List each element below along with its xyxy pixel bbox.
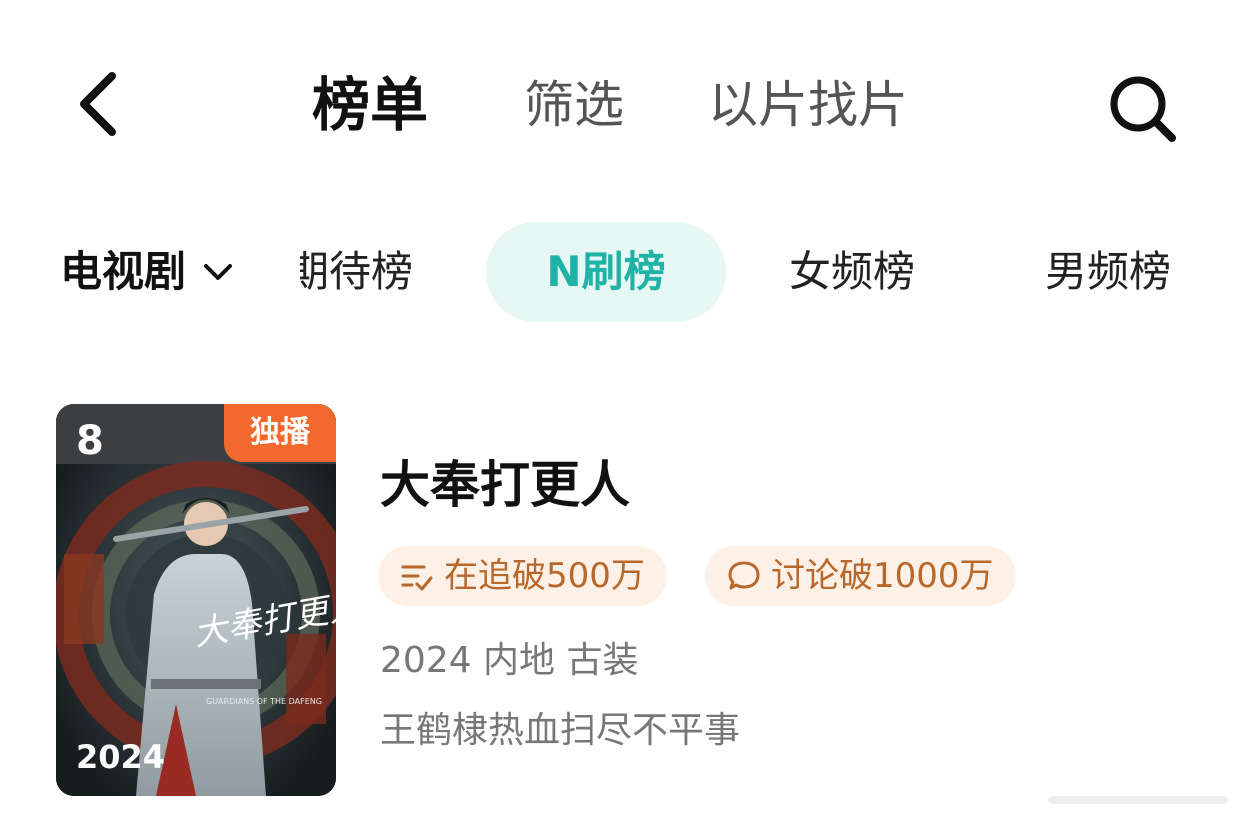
following-tag-label: 在追破500万: [444, 556, 645, 596]
ranking-page: 榜单 筛选 以片找片 电视剧 期待榜 N刷榜 女频榜 男频榜 大奉打更人 GUA…: [0, 0, 1240, 830]
tab-find-by-show[interactable]: 以片找片: [708, 70, 908, 140]
list-check-icon: [401, 565, 433, 591]
drama-title[interactable]: 大奉打更人: [380, 450, 630, 520]
page-title: 榜单: [312, 71, 429, 139]
discussion-tag-label: 讨论破1000万: [771, 556, 994, 596]
tab-n-rewatch[interactable]: N刷榜: [486, 222, 726, 322]
discussion-tag: 讨论破1000万: [705, 546, 1016, 606]
poster-year: 2024: [76, 738, 166, 776]
rank-tabs: 期待榜 N刷榜 女频榜 男频榜: [300, 222, 1240, 322]
drama-meta: 2024 内地 古装: [380, 640, 639, 681]
chevron-down-icon: [204, 264, 233, 280]
chevron-left-icon: [80, 72, 116, 136]
rank-number: 8: [76, 418, 104, 464]
watermark-mark: [1048, 796, 1228, 804]
poster-subtitle: GUARDIANS OF THE DAFENG: [206, 697, 322, 706]
search-icon: [1110, 76, 1176, 142]
drama-description: 王鹤棣热血扫尽不平事: [380, 710, 741, 751]
search-button[interactable]: [1104, 72, 1180, 142]
tab-anticipated[interactable]: 期待榜: [300, 222, 440, 322]
exclusive-badge: 独播: [224, 404, 336, 462]
back-button[interactable]: [70, 66, 130, 142]
category-dropdown[interactable]: 电视剧: [60, 240, 236, 304]
tab-female-channel[interactable]: 女频榜: [772, 222, 932, 322]
tab-male-channel[interactable]: 男频榜: [1028, 222, 1188, 322]
tab-filter[interactable]: 筛选: [524, 70, 624, 140]
drama-poster[interactable]: 大奉打更人 GUARDIANS OF THE DAFENG 8 独播 2024: [56, 404, 336, 796]
following-tag: 在追破500万: [378, 546, 667, 606]
chat-bubble-icon: [728, 561, 760, 590]
category-label: 电视剧: [60, 247, 187, 296]
